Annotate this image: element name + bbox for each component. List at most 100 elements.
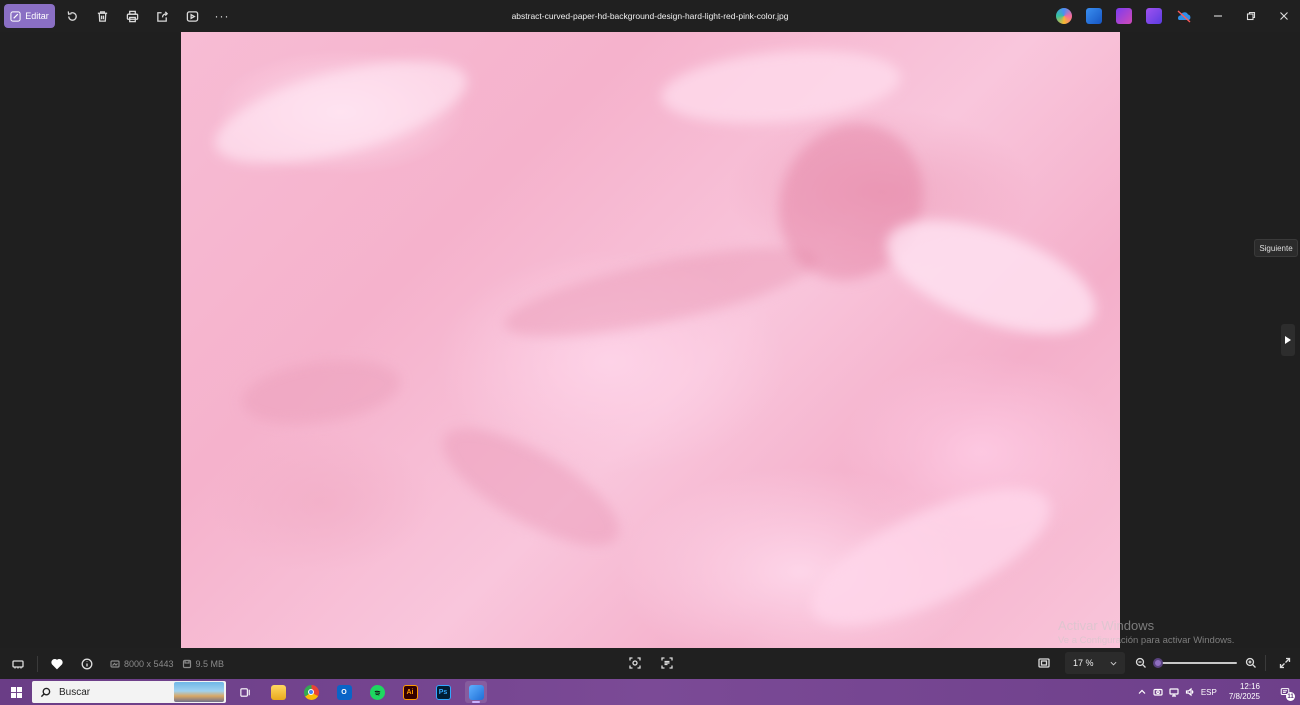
- next-tooltip: Siguiente: [1254, 239, 1298, 257]
- play-right-icon: [1285, 336, 1291, 344]
- illustrator-button[interactable]: Ai: [399, 681, 421, 703]
- clipchamp-icon[interactable]: [1116, 8, 1132, 24]
- share-icon: [156, 10, 168, 22]
- zoom-slider-thumb[interactable]: [1153, 658, 1163, 668]
- divider: [37, 655, 38, 672]
- print-icon: [126, 10, 138, 22]
- slideshow-button[interactable]: [177, 4, 207, 28]
- favorite-button[interactable]: [42, 652, 72, 676]
- zoom-slider[interactable]: [1153, 651, 1237, 675]
- spotify-icon: [369, 684, 385, 700]
- image-viewer-canvas[interactable]: [181, 32, 1120, 648]
- photoshop-button[interactable]: Ps: [432, 681, 454, 703]
- task-view-icon: [239, 687, 250, 697]
- edit-icon: [10, 10, 21, 22]
- text-extract-button[interactable]: [652, 651, 682, 675]
- more-button[interactable]: ···: [207, 4, 237, 28]
- photoshop-icon: Ps: [435, 684, 451, 700]
- spotify-button[interactable]: [366, 681, 388, 703]
- task-view-button[interactable]: [234, 681, 256, 703]
- system-tray: ESP 12:16 7/8/2025 11: [1137, 679, 1300, 705]
- restore-button[interactable]: [1234, 0, 1267, 32]
- text-scan-icon: [661, 657, 673, 669]
- illustrator-icon: Ai: [402, 684, 418, 700]
- zoom-slider-track: [1155, 662, 1237, 664]
- fit-window-icon: [1038, 658, 1050, 668]
- filmstrip-button[interactable]: [3, 652, 33, 676]
- heart-icon: [51, 658, 63, 669]
- copilot-icon[interactable]: [1056, 8, 1072, 24]
- paint-stroke: [205, 39, 477, 185]
- watermark-subtitle: Ve a Configuración para activar Windows.: [1058, 635, 1235, 646]
- network-icon[interactable]: [1169, 687, 1179, 697]
- filmstrip-icon: [12, 659, 24, 668]
- paint-stroke: [498, 229, 824, 355]
- info-button[interactable]: [72, 652, 102, 676]
- start-button[interactable]: [0, 679, 32, 705]
- center-tools: [620, 651, 682, 675]
- slideshow-icon: [186, 10, 198, 22]
- chevron-down-icon: [1110, 661, 1117, 665]
- delete-button[interactable]: [87, 4, 117, 28]
- onedrive-icon[interactable]: [1176, 8, 1192, 24]
- more-icon: ···: [214, 9, 230, 23]
- rotate-icon: [67, 10, 77, 21]
- photos-icon: [468, 684, 484, 700]
- outlook-button[interactable]: O: [333, 681, 355, 703]
- taskbar-clock[interactable]: 12:16 7/8/2025: [1229, 682, 1260, 702]
- language-indicator[interactable]: ESP: [1201, 688, 1217, 697]
- info-icon: [81, 658, 93, 669]
- close-button[interactable]: [1267, 0, 1300, 32]
- designer-icon[interactable]: [1146, 8, 1162, 24]
- print-button[interactable]: [117, 4, 147, 28]
- edit-button-label: Editar: [25, 11, 49, 21]
- delete-icon: [97, 10, 107, 22]
- zoom-in-button[interactable]: [1241, 651, 1261, 675]
- zoom-controls: 17 %: [1029, 651, 1300, 675]
- paint-stroke: [658, 41, 904, 133]
- divider: [1265, 655, 1266, 671]
- chrome-icon: [303, 684, 319, 700]
- fit-to-window-button[interactable]: [1029, 651, 1059, 675]
- fullscreen-button[interactable]: [1270, 651, 1300, 675]
- windows-taskbar: Buscar O Ai Ps ESP 12:16 7/8/2025 11: [0, 679, 1300, 705]
- chrome-button[interactable]: [300, 681, 322, 703]
- zoom-out-button[interactable]: [1131, 651, 1151, 675]
- notification-badge: 11: [1286, 692, 1295, 701]
- windows-logo-icon: [10, 686, 22, 698]
- share-button[interactable]: [147, 4, 177, 28]
- dimensions-text: 8000 x 5443: [124, 658, 174, 669]
- paint-stroke: [794, 461, 1068, 648]
- taskbar-apps: O Ai Ps: [234, 681, 487, 703]
- photos-edit-icon[interactable]: [1086, 8, 1102, 24]
- window-controls: [1201, 0, 1300, 32]
- watermark-title: Activar Windows: [1058, 618, 1155, 633]
- search-highlight-image: [174, 682, 224, 702]
- expand-icon: [1279, 657, 1291, 669]
- file-size-text: 9.5 MB: [195, 658, 225, 669]
- file-size: 9.5 MB: [182, 658, 225, 669]
- zoom-level-text: 17 %: [1073, 658, 1094, 668]
- notification-center-button[interactable]: 11: [1274, 681, 1296, 703]
- paint-stroke: [237, 351, 405, 433]
- rotate-button[interactable]: [57, 4, 87, 28]
- clock-date: 7/8/2025: [1228, 692, 1260, 701]
- photos-button[interactable]: [465, 681, 487, 703]
- edit-button[interactable]: Editar: [4, 4, 55, 28]
- file-explorer-button[interactable]: [267, 681, 289, 703]
- zoom-level-dropdown[interactable]: 17 %: [1065, 652, 1125, 674]
- clock-time: 12:16: [1239, 682, 1260, 691]
- zoom-out-icon: [1135, 657, 1146, 668]
- restore-icon: [1246, 11, 1255, 21]
- next-image-button[interactable]: [1281, 324, 1295, 356]
- chevron-up-icon[interactable]: [1137, 687, 1147, 697]
- volume-icon[interactable]: [1185, 687, 1195, 697]
- minimize-button[interactable]: [1201, 0, 1234, 32]
- meet-now-icon[interactable]: [1153, 687, 1163, 697]
- close-icon: [1279, 12, 1288, 20]
- taskbar-search-box[interactable]: Buscar: [32, 681, 226, 703]
- visual-search-button[interactable]: [620, 651, 650, 675]
- bottom-toolbar: 8000 x 5443 9.5 MB 17 %: [0, 648, 1300, 679]
- zoom-in-icon: [1245, 657, 1256, 668]
- minimize-icon: [1213, 15, 1222, 17]
